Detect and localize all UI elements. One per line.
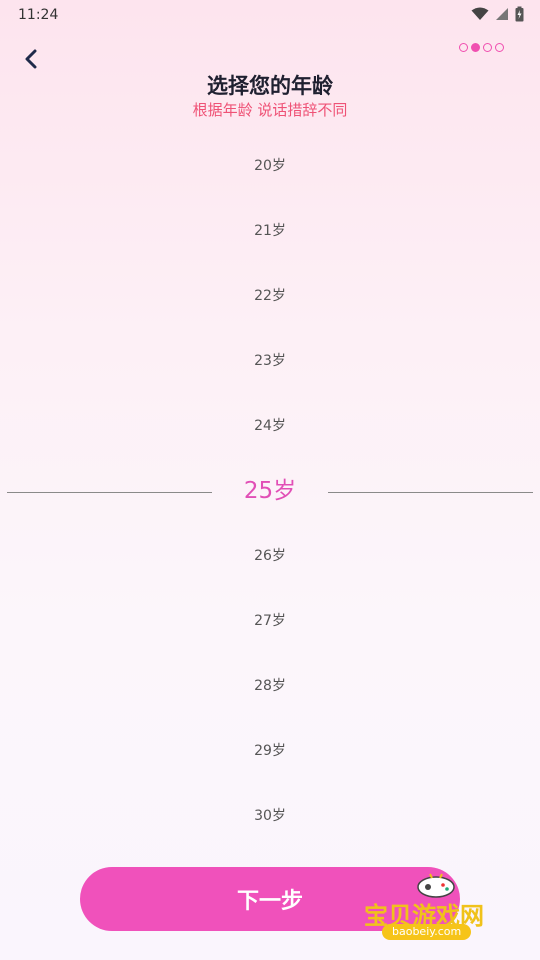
age-option[interactable]: 26岁 bbox=[0, 524, 540, 589]
age-option[interactable]: 28岁 bbox=[0, 654, 540, 719]
cellular-signal-icon bbox=[496, 8, 508, 20]
progress-indicator bbox=[459, 43, 504, 52]
back-button[interactable] bbox=[18, 46, 44, 72]
age-option[interactable]: 20岁 bbox=[0, 134, 540, 199]
status-bar: 11:24 bbox=[0, 0, 540, 32]
watermark-domain: baobeiy.com bbox=[382, 924, 472, 940]
age-option-selected[interactable]: 25岁 bbox=[0, 459, 540, 524]
battery-icon bbox=[515, 6, 524, 22]
age-option[interactable]: 27岁 bbox=[0, 589, 540, 654]
wifi-icon bbox=[471, 7, 489, 20]
progress-dot bbox=[471, 43, 480, 52]
watermark: 宝贝游戏网 baobeiy.com bbox=[364, 866, 520, 956]
progress-dot bbox=[459, 43, 468, 52]
page-title: 选择您的年龄 bbox=[207, 74, 333, 98]
progress-dot bbox=[495, 43, 504, 52]
age-option[interactable]: 30岁 bbox=[0, 784, 540, 849]
age-option[interactable]: 22岁 bbox=[0, 264, 540, 329]
chevron-left-icon bbox=[25, 49, 37, 69]
age-picker[interactable]: 20岁 21岁 22岁 23岁 24岁 25岁 26岁 27岁 28岁 29岁 30岁 bbox=[0, 134, 540, 850]
age-option[interactable]: 23岁 bbox=[0, 329, 540, 394]
age-option[interactable]: 24岁 bbox=[0, 394, 540, 459]
progress-dot bbox=[483, 43, 492, 52]
status-icons bbox=[471, 6, 524, 22]
age-option[interactable]: 21岁 bbox=[0, 199, 540, 264]
status-time: 11:24 bbox=[18, 7, 59, 23]
page-subtitle: 根据年龄 说话措辞不同 bbox=[192, 101, 348, 119]
age-option[interactable]: 29岁 bbox=[0, 719, 540, 784]
